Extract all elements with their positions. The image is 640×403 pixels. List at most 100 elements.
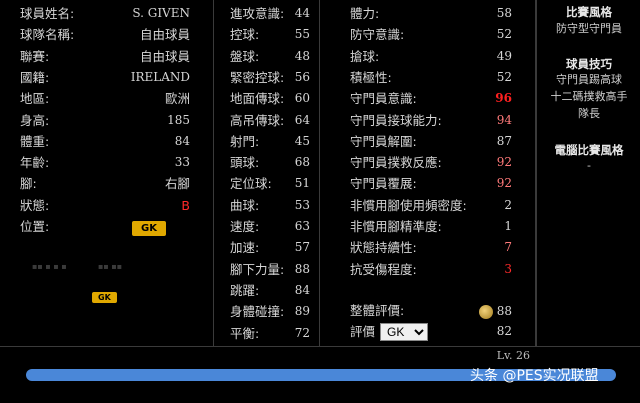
attributes-panel-right: 體力: 58 防守意識: 52 搶球: 49 積極性: 52 守門員意識: 96 守門員接球能力: 9… [320, 0, 536, 346]
attributes_mid-label: 地面傳球: [230, 91, 285, 107]
attributes_right-value: 1 [504, 219, 512, 233]
attributes_right-value: 87 [496, 133, 512, 148]
attributes_right-value: 3 [504, 261, 512, 276]
attributes_mid-label: 跳躍: [230, 282, 260, 298]
overall-label: 整體評價: [350, 303, 405, 318]
overall-rating-row: 整體評價: 88 [350, 300, 512, 321]
attributes_right-value: 96 [495, 91, 512, 106]
attributes_right-row: 搶球: 49 [350, 46, 512, 67]
attributes-panel-middle: 進攻意識: 44 控球: 55 盤球: 48 緊密控球: 56 地面傳球: 60 高吊傳球: 64 射門… [214, 0, 320, 346]
attributes_right-label: 抗受傷程度: [350, 261, 417, 277]
profile-label: 球員姓名: [20, 6, 75, 21]
attributes_mid-row: 速度: 63 [230, 216, 310, 237]
attributes_right-label: 守門員接球能力: [350, 112, 442, 128]
side-info-panel: 比賽風格 防守型守門員 球員技巧 守門員踢高球 十二碼撲救高手 隊長 電腦比賽風… [536, 0, 640, 346]
attributes_right-row: 守門員接球能力: 94 [350, 110, 512, 131]
attributes_right-value: 49 [496, 48, 512, 63]
attributes_right-value: 92 [496, 155, 512, 170]
profile-label: 位置: [20, 219, 50, 234]
attributes_right-label: 守門員意識: [350, 91, 417, 107]
watermark-text: 头条 @PES实况联盟 [470, 368, 599, 384]
attributes_right-row: 積極性: 52 [350, 67, 512, 88]
attributes_right-value: 92 [496, 176, 512, 191]
attributes_right-label: 非慣用腳精準度: [350, 219, 442, 234]
profile-row: 聯賽: 自由球員 [20, 46, 190, 67]
attributes_right-value: 52 [496, 69, 512, 84]
profile-row: 體重: 84 [20, 131, 190, 152]
attributes_right-row: 防守意識: 52 [350, 24, 512, 45]
rating-value: 82 [496, 324, 512, 338]
profile-label: 身高: [20, 112, 50, 128]
attributes_right-value: 58 [496, 6, 512, 20]
attributes_mid-value: 56 [294, 69, 310, 84]
attributes_mid-label: 控球: [230, 27, 260, 43]
attributes_right-row: 守門員意識: 96 [350, 88, 512, 109]
position-select[interactable]: GK [380, 323, 428, 341]
attributes_mid-row: 腳下力量: 88 [230, 259, 310, 280]
level-label: Lv. 26 [496, 349, 530, 362]
level-area: Lv. 26 头条 @PES实况联盟 [0, 346, 640, 403]
profile-value: 185 [167, 112, 190, 127]
attributes_mid-label: 高吊傳球: [230, 112, 285, 128]
attributes_mid-label: 緊密控球: [230, 69, 285, 85]
attributes_mid-value: 45 [294, 133, 310, 148]
position-badge: GK [132, 221, 166, 236]
attributes_mid-label: 速度: [230, 219, 260, 234]
attributes_mid-label: 定位球: [230, 176, 272, 192]
attributes_right-row: 狀態持續性: 7 [350, 237, 512, 258]
attributes_mid-value: 60 [294, 91, 310, 106]
attributes_mid-row: 身體碰撞: 89 [230, 301, 310, 322]
profile-value: S. GIVEN [132, 6, 190, 20]
profile-label: 狀態: [20, 197, 50, 213]
playing-style-title: 比賽風格 [566, 5, 612, 19]
pitch-placeholder-2: ▪▪ ▪▪ [98, 262, 123, 271]
attributes_mid-value: 48 [294, 48, 310, 63]
profile-label: 聯賽: [20, 48, 50, 64]
profile-panel: 球員姓名: S. GIVEN 球隊名稱: 自由球員 聯賽: 自由球員 國籍: IRELAND 地… [0, 0, 214, 346]
profile-value: 自由球員 [139, 48, 190, 64]
attributes_right-label: 防守意識: [350, 27, 405, 43]
attributes_right-row: 抗受傷程度: 3 [350, 259, 512, 280]
attributes_mid-label: 平衡: [230, 325, 260, 341]
attributes_right-row: 體力: 58 [350, 3, 512, 24]
profile-value: B [181, 197, 190, 213]
attributes_mid-row: 加速: 57 [230, 237, 310, 258]
attributes_mid-label: 腳下力量: [230, 261, 285, 277]
profile-value: 自由球員 [139, 27, 190, 43]
attributes_right-value: 7 [504, 240, 512, 255]
attributes_right-value: 94 [496, 112, 512, 127]
profile-row: 狀態: B [20, 195, 190, 216]
profile-value: 右腳 [164, 176, 190, 192]
attributes_mid-row: 射門: 45 [230, 131, 310, 152]
player-skills-title: 球員技巧 [566, 57, 612, 71]
attributes_mid-row: 盤球: 48 [230, 46, 310, 67]
attributes_right-label: 積極性: [350, 69, 392, 85]
attributes_right-label: 非慣用腳使用頻密度: [350, 197, 467, 213]
attributes_mid-value: 88 [294, 261, 310, 276]
attributes_mid-label: 射門: [230, 133, 260, 149]
attributes_right-row: 非慣用腳使用頻密度: 2 [350, 195, 512, 216]
attributes_mid-value: 84 [294, 282, 310, 297]
profile-row: 腳: 右腳 [20, 173, 190, 194]
playing-style-value: 防守型守門員 [556, 22, 622, 35]
attributes_mid-label: 進攻意識: [230, 6, 285, 21]
ai-style-value: - [587, 159, 591, 172]
position-marker-badge: GK [92, 292, 117, 303]
attributes_mid-label: 盤球: [230, 48, 260, 64]
attributes_mid-value: 72 [294, 325, 310, 340]
watermark: 头条 @PES实况联盟 [470, 365, 599, 385]
attributes_right-label: 守門員覆展: [350, 176, 417, 192]
attributes_mid-label: 加速: [230, 240, 260, 256]
attributes_mid-row: 緊密控球: 56 [230, 67, 310, 88]
skill-item: 守門員踢高球 [556, 73, 622, 86]
attributes_right-row: 守門員解圍: 87 [350, 131, 512, 152]
attributes_mid-row: 高吊傳球: 64 [230, 110, 310, 131]
attributes_mid-row: 頭球: 68 [230, 152, 310, 173]
attributes_mid-row: 控球: 55 [230, 24, 310, 45]
attributes_mid-value: 55 [294, 27, 310, 42]
attributes_right-value: 52 [496, 27, 512, 42]
profile-value: 歐洲 [164, 91, 190, 107]
rating-label: 評價 [350, 324, 376, 339]
attributes_right-label: 守門員解圍: [350, 133, 417, 149]
attributes_mid-value: 53 [294, 197, 310, 212]
